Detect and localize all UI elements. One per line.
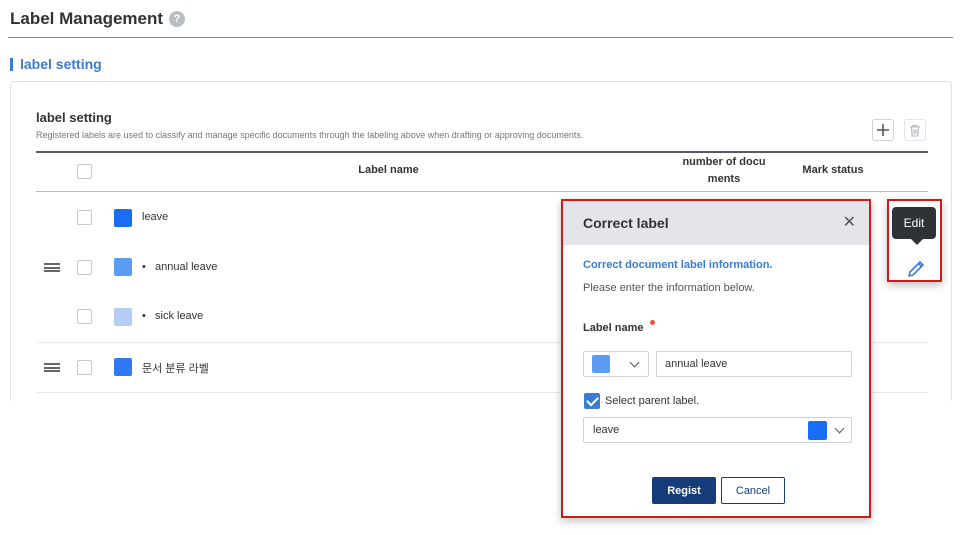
regist-button[interactable]: Regist (652, 477, 716, 504)
label-color-swatch (114, 358, 132, 376)
section-title-text: label setting (20, 56, 102, 72)
column-header-document-count-line1: number of docu (682, 156, 766, 168)
label-bullet: • (142, 261, 146, 273)
card-description: Registered labels are used to classify a… (36, 130, 584, 140)
label-color-swatch (114, 258, 132, 276)
plus-icon (877, 124, 889, 136)
dialog-info-text: Please enter the information below. (583, 282, 755, 294)
label-name: sick leave (155, 310, 204, 322)
label-name-input[interactable] (656, 351, 852, 377)
column-header-mark-status: Mark status (802, 164, 864, 176)
trash-icon (910, 124, 920, 137)
parent-label-select[interactable]: leave (583, 417, 852, 443)
label-color-swatch (114, 209, 132, 227)
selected-color-swatch (592, 355, 610, 373)
cancel-button[interactable]: Cancel (721, 477, 785, 504)
parent-label-value: leave (593, 424, 620, 436)
row-checkbox[interactable] (77, 260, 92, 275)
page-title-text: Label Management (10, 9, 164, 28)
row-checkbox[interactable] (77, 360, 92, 375)
close-icon[interactable]: ✕ (843, 215, 856, 231)
delete-label-button[interactable] (904, 119, 926, 141)
column-header-label-name[interactable]: Label name (330, 164, 447, 176)
row-checkbox[interactable] (77, 210, 92, 225)
select-all-checkbox[interactable] (77, 164, 92, 179)
label-name: annual leave (155, 261, 218, 273)
color-picker-select[interactable] (583, 351, 649, 377)
select-parent-label-text: Select parent label. (605, 395, 700, 407)
parent-label-color-swatch (808, 421, 827, 440)
question-circle-icon[interactable]: ? (169, 11, 186, 27)
title-divider (8, 37, 953, 38)
correct-label-dialog: Correct label ✕ Correct document label i… (561, 199, 871, 518)
label-color-swatch (114, 308, 132, 326)
required-indicator (650, 320, 655, 325)
drag-handle-icon[interactable] (44, 363, 60, 372)
dialog-header: Correct label ✕ (563, 201, 869, 245)
label-name: leave (142, 211, 169, 223)
select-parent-label-checkbox[interactable] (584, 393, 600, 409)
table-header-top-border (36, 151, 928, 153)
dialog-subtitle: Correct document label information. (583, 259, 773, 271)
card-title: label setting (36, 110, 112, 125)
chevron-down-icon (834, 423, 845, 434)
label-name-field-label: Label name (583, 322, 644, 334)
pencil-icon[interactable] (906, 259, 926, 279)
label-bullet: • (142, 310, 146, 322)
dialog-title: Correct label (583, 215, 669, 231)
add-label-button[interactable] (872, 119, 894, 141)
edit-tooltip: Edit (892, 207, 936, 245)
column-header-document-count-line2: ments (707, 173, 741, 185)
section-accent-bar (10, 57, 13, 71)
chevron-down-icon (629, 357, 640, 368)
row-checkbox[interactable] (77, 309, 92, 324)
label-name: 문서 분류 라벨 (142, 363, 209, 375)
edit-action-highlight: Edit (887, 199, 942, 282)
drag-handle-icon[interactable] (44, 263, 60, 272)
section-title: label setting (10, 56, 102, 72)
table-header-bottom-border (36, 191, 928, 192)
page-title: Label Management ? (10, 9, 186, 29)
